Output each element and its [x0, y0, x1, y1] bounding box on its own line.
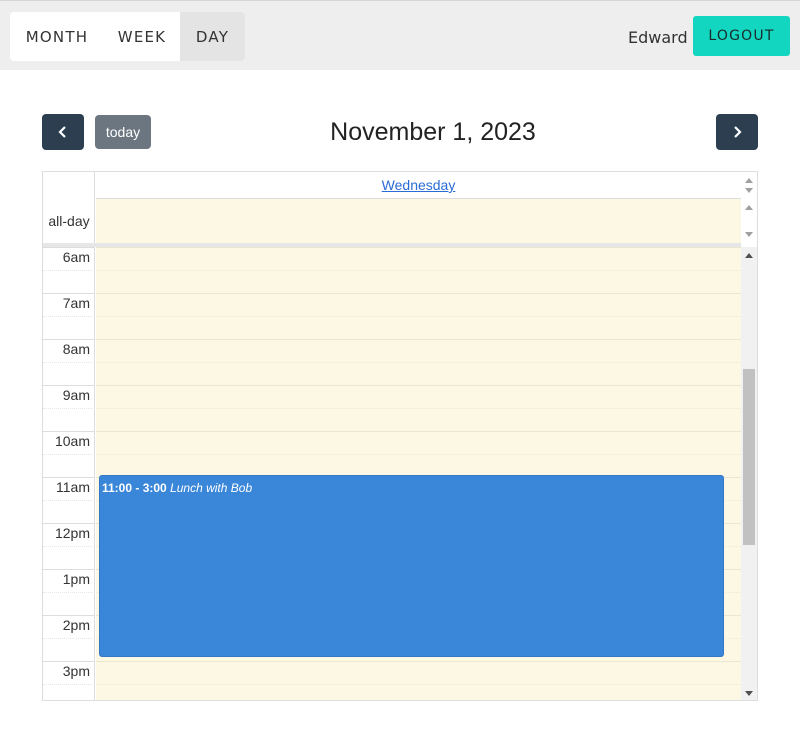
chevron-left-icon [58, 126, 66, 138]
day-header: Wednesday [96, 172, 741, 199]
hour-label: 10am [43, 431, 95, 454]
time-slot-half[interactable] [43, 408, 741, 431]
time-slot-half[interactable] [43, 316, 741, 339]
time-slot-half[interactable] [43, 684, 741, 700]
hour-label: 7am [43, 293, 95, 316]
half-hour-label [43, 362, 95, 385]
prev-button[interactable] [42, 114, 84, 150]
half-hour-label [43, 500, 95, 523]
hour-label: 11am [43, 477, 95, 500]
slot-cell[interactable] [96, 684, 741, 700]
tab-month[interactable]: MONTH [10, 12, 104, 61]
half-hour-label [43, 684, 95, 700]
time-slot-half[interactable] [43, 454, 741, 477]
time-slot[interactable]: 7am [43, 293, 741, 316]
allday-scrollbar[interactable] [741, 199, 757, 243]
tab-day[interactable]: DAY [180, 12, 245, 61]
slot-cell[interactable] [96, 316, 741, 339]
calendar-title: November 1, 2023 [330, 118, 536, 146]
slot-cell[interactable] [96, 339, 741, 362]
today-button[interactable]: today [95, 115, 151, 149]
next-button[interactable] [716, 114, 758, 150]
view-switcher: MONTH WEEK DAY [10, 12, 245, 61]
half-hour-label [43, 454, 95, 477]
hour-label: 9am [43, 385, 95, 408]
half-hour-label [43, 408, 95, 431]
slot-cell[interactable] [96, 247, 741, 270]
allday-label: all-day [48, 213, 90, 229]
half-hour-label [43, 316, 95, 339]
time-slot[interactable]: 3pm [43, 661, 741, 684]
slot-cell[interactable] [96, 431, 741, 454]
allday-slot[interactable] [96, 199, 741, 243]
logout-button[interactable]: LOGOUT [693, 16, 790, 56]
header-scrollbar[interactable] [741, 172, 757, 198]
tab-week[interactable]: WEEK [104, 12, 180, 61]
hour-label: 6am [43, 247, 95, 270]
event-title: Lunch with Bob [170, 481, 253, 495]
slot-cell[interactable] [96, 385, 741, 408]
slot-cell[interactable] [96, 661, 741, 684]
scroll-up-icon [745, 205, 753, 210]
time-slot[interactable]: 9am [43, 385, 741, 408]
top-bar: MONTH WEEK DAY Edward LOGOUT [0, 0, 800, 70]
event-time: 11:00 - 3:00 [102, 481, 167, 495]
scrollbar-thumb[interactable] [743, 369, 755, 545]
calendar-event[interactable]: 11:00 - 3:00 Lunch with Bob [99, 475, 724, 657]
scroll-up-arrow-icon [745, 253, 753, 258]
time-slot[interactable]: 10am [43, 431, 741, 454]
day-calendar: Wednesday all-day 6am 7am 8am 9am 10am 11am 12… [42, 171, 758, 701]
slot-cell[interactable] [96, 270, 741, 293]
hour-label: 1pm [43, 569, 95, 592]
half-hour-label [43, 270, 95, 293]
half-hour-label [43, 592, 95, 615]
scroll-down-icon [745, 232, 753, 237]
slot-cell[interactable] [96, 293, 741, 316]
scroll-down-icon [745, 188, 753, 193]
hour-label: 3pm [43, 661, 95, 684]
time-slot-half[interactable] [43, 270, 741, 293]
slot-cell[interactable] [96, 408, 741, 431]
user-name: Edward [628, 28, 688, 47]
half-hour-label [43, 546, 95, 569]
time-grid: 6am 7am 8am 9am 10am 11am 12pm 1pm 2pm 3pm 11:00 … [43, 247, 741, 700]
slot-cell[interactable] [96, 454, 741, 477]
hour-label: 8am [43, 339, 95, 362]
time-grid-scrollbar[interactable] [741, 247, 757, 700]
half-hour-label [43, 638, 95, 661]
day-header-link[interactable]: Wednesday [382, 177, 456, 193]
hour-label: 12pm [43, 523, 95, 546]
hour-label: 2pm [43, 615, 95, 638]
scroll-down-arrow-icon [745, 691, 753, 696]
time-slot[interactable]: 8am [43, 339, 741, 362]
scroll-up-icon [745, 178, 753, 183]
slot-cell[interactable] [96, 362, 741, 385]
time-slot-half[interactable] [43, 362, 741, 385]
time-slot[interactable]: 6am [43, 247, 741, 270]
chevron-right-icon [734, 126, 742, 138]
